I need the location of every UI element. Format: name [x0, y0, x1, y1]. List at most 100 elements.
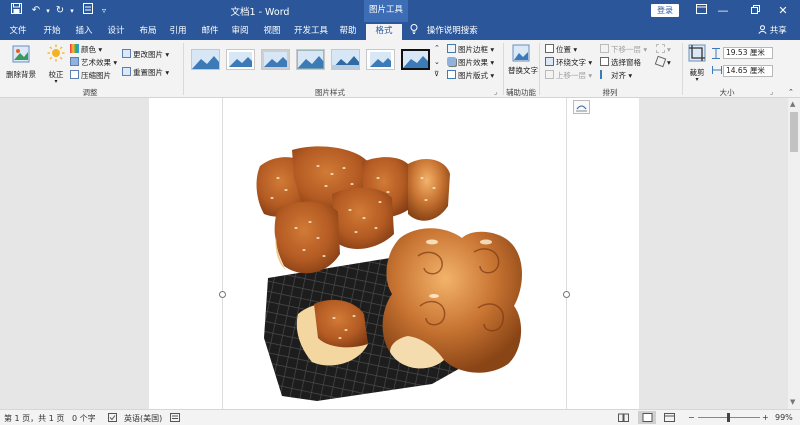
- position-button[interactable]: 位置 ▾: [545, 44, 577, 55]
- tab-review[interactable]: 审阅: [226, 24, 254, 40]
- tab-help[interactable]: 帮助: [334, 24, 362, 40]
- bread-picture[interactable]: [222, 138, 567, 408]
- zoom-slider-thumb[interactable]: [727, 413, 730, 422]
- picture-style-6[interactable]: [366, 49, 395, 70]
- resize-handle-left[interactable]: [219, 291, 226, 298]
- tab-file[interactable]: 文件: [2, 24, 34, 40]
- tab-design[interactable]: 设计: [102, 24, 130, 40]
- close-icon[interactable]: ✕: [766, 0, 800, 22]
- lightbulb-icon: [410, 24, 421, 36]
- tab-insert[interactable]: 插入: [70, 24, 98, 40]
- crop-button[interactable]: 裁剪 ▾: [686, 43, 708, 85]
- document-page[interactable]: [149, 98, 639, 409]
- scroll-up-icon[interactable]: ▲: [790, 100, 795, 108]
- zoom-level[interactable]: 99%: [775, 413, 793, 422]
- remove-background-icon: [12, 45, 30, 63]
- styles-more[interactable]: ⊽: [434, 70, 439, 78]
- corrections-button[interactable]: 校正 ▾: [44, 43, 68, 85]
- tab-format[interactable]: 格式: [366, 24, 402, 40]
- alt-text-label: 替换文字: [508, 66, 538, 75]
- change-picture-icon: [122, 49, 131, 58]
- picture-border-button[interactable]: 图片边框 ▾: [447, 44, 494, 55]
- page-count[interactable]: 第 1 页，共 1 页: [4, 413, 64, 424]
- bring-forward-button[interactable]: 上移一层 ▾: [545, 70, 592, 81]
- tab-mailings[interactable]: 邮件: [196, 24, 224, 40]
- document-title: 文档1 - Word: [230, 7, 290, 18]
- login-button[interactable]: 登录: [651, 4, 679, 17]
- print-layout-icon[interactable]: [638, 411, 656, 424]
- group-label-adjust: 调整: [82, 88, 98, 97]
- tab-developer[interactable]: 开发工具: [292, 24, 330, 40]
- scroll-down-icon[interactable]: ▼: [790, 398, 795, 406]
- tab-home[interactable]: 开始: [38, 24, 66, 40]
- group-objects-button[interactable]: ▾: [656, 44, 671, 54]
- group-label-picture-styles: 图片样式: [315, 88, 345, 97]
- group-separator: [539, 43, 540, 95]
- ribbon-tabs: 文件 开始 插入 设计 布局 引用 邮件 审阅 视图 开发工具 帮助 格式 操作…: [0, 22, 800, 40]
- minimize-icon[interactable]: —: [706, 0, 740, 22]
- selection-pane-button[interactable]: 选择窗格: [600, 57, 641, 68]
- tab-view[interactable]: 视图: [258, 24, 286, 40]
- word-count[interactable]: 0 个字: [72, 413, 96, 424]
- person-icon: [758, 25, 770, 36]
- language-status[interactable]: 英语(美国): [124, 413, 162, 424]
- read-mode-icon[interactable]: [618, 413, 629, 424]
- styles-scroll-up[interactable]: ⌃: [434, 44, 440, 52]
- picture-effects-button[interactable]: 图片效果 ▾: [447, 57, 494, 68]
- picture-style-3[interactable]: [261, 49, 290, 70]
- styles-scroll-down[interactable]: ⌄: [434, 58, 440, 66]
- picture-style-1[interactable]: [191, 49, 220, 70]
- size-dialog-launcher[interactable]: ⌟: [770, 88, 773, 96]
- vertical-scrollbar[interactable]: ▲ ▼: [788, 98, 800, 409]
- layout-options-icon: [576, 105, 587, 112]
- ribbon-format: 删除背景 校正 ▾ 颜色 ▾ 艺术效果 ▾ 压缩图片 更改图片 ▾ 重置图片 ▾: [0, 40, 800, 98]
- sun-icon: [47, 44, 65, 62]
- reset-picture-button[interactable]: 重置图片 ▾: [122, 67, 169, 78]
- send-backward-button[interactable]: 下移一层 ▾: [600, 44, 647, 55]
- tab-layout[interactable]: 布局: [134, 24, 162, 40]
- compress-pictures-button[interactable]: 压缩图片: [70, 70, 111, 81]
- collapse-ribbon-icon[interactable]: ⌃: [788, 88, 794, 96]
- status-bar: 第 1 页，共 1 页 0 个字 英语(美国) − + 99%: [0, 409, 800, 425]
- picture-style-7[interactable]: [401, 49, 430, 70]
- color-button[interactable]: 颜色 ▾: [70, 44, 102, 55]
- share-button[interactable]: 共享: [758, 24, 787, 40]
- web-layout-icon[interactable]: [664, 413, 675, 424]
- tab-references[interactable]: 引用: [164, 24, 192, 40]
- zoom-out-button[interactable]: −: [688, 413, 695, 422]
- picture-style-5[interactable]: [331, 49, 360, 70]
- wrap-text-button[interactable]: 环绕文字 ▾: [545, 57, 592, 68]
- picture-style-2[interactable]: [226, 49, 255, 70]
- group-separator: [183, 43, 184, 95]
- group-objects-icon: [656, 44, 665, 53]
- compress-icon: [70, 70, 79, 79]
- layout-options-button[interactable]: [573, 100, 590, 114]
- title-bar: ↶ ▾ ↻ ▾ ▿ 文档1 - Word 图片工具 登录 — ✕: [0, 0, 800, 22]
- shape-width-input[interactable]: 14.65 厘米: [723, 65, 773, 77]
- macro-record-icon[interactable]: [170, 413, 180, 424]
- proofing-icon[interactable]: [108, 413, 117, 424]
- tell-me-search[interactable]: 操作说明搜索: [410, 24, 478, 40]
- align-icon: [600, 70, 609, 79]
- zoom-in-button[interactable]: +: [762, 413, 769, 422]
- resize-handle-right[interactable]: [563, 291, 570, 298]
- picture-styles-dialog-launcher[interactable]: ⌟: [494, 88, 497, 96]
- tell-me-label: 操作说明搜索: [426, 26, 478, 36]
- picture-style-4[interactable]: [296, 49, 325, 70]
- chevron-down-icon: ▾: [695, 76, 699, 83]
- group-label-accessibility: 辅助功能: [506, 88, 536, 97]
- scrollbar-thumb[interactable]: [790, 112, 798, 152]
- shape-height-input[interactable]: 19.53 厘米: [723, 47, 773, 59]
- reset-picture-icon: [122, 67, 131, 76]
- artistic-effects-icon: [70, 57, 79, 66]
- wrap-text-icon: [545, 57, 554, 66]
- group-label-arrange: 排列: [602, 88, 618, 97]
- alt-text-button[interactable]: 替换文字: [508, 43, 538, 85]
- picture-layout-button[interactable]: 图片版式 ▾: [447, 70, 494, 81]
- align-button[interactable]: 对齐 ▾: [600, 70, 632, 81]
- artistic-effects-button[interactable]: 艺术效果 ▾: [70, 57, 117, 68]
- change-picture-button[interactable]: 更改图片 ▾: [122, 49, 169, 60]
- picture-border-icon: [447, 44, 456, 53]
- remove-background-button[interactable]: 删除背景: [4, 43, 38, 83]
- rotate-button[interactable]: ▾: [654, 55, 671, 68]
